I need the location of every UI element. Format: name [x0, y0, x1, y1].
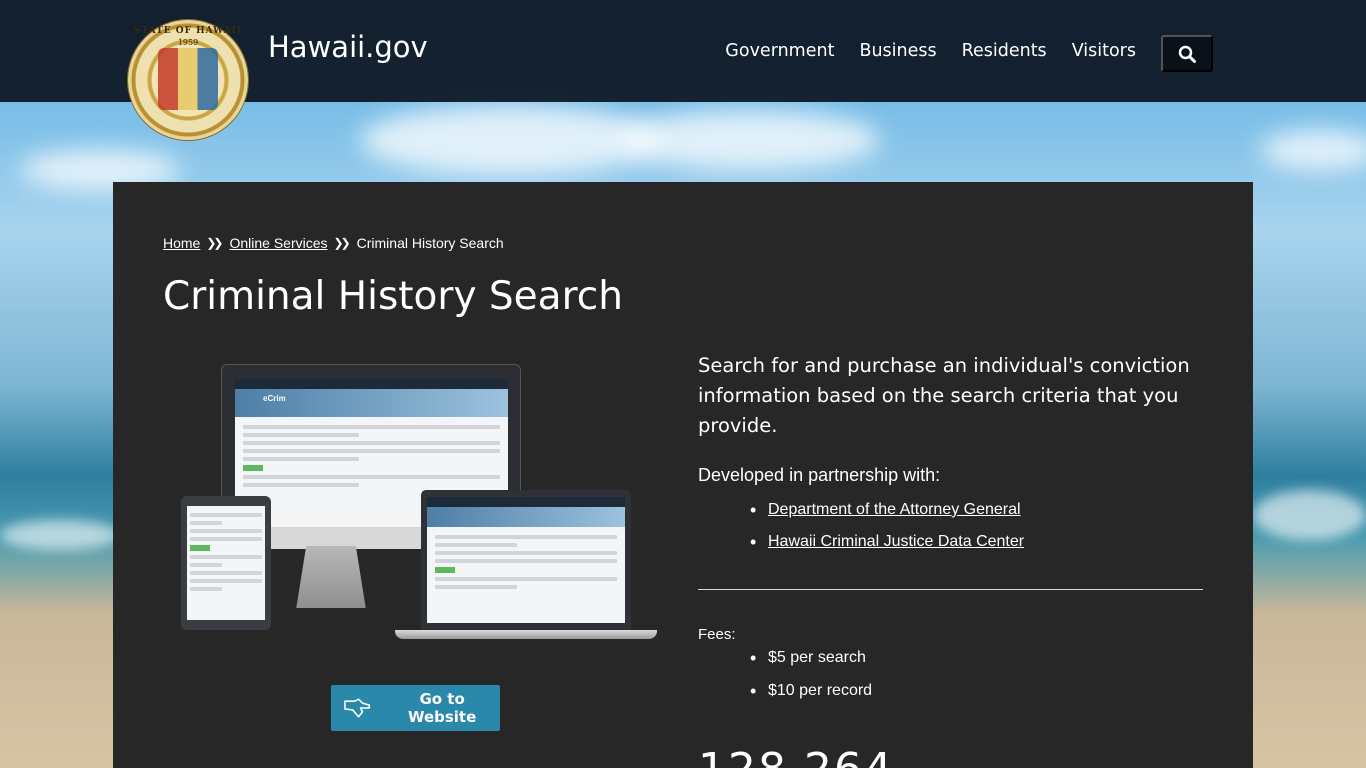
go-to-website-button[interactable]: Go to Website [331, 685, 500, 731]
laptop-mockup [421, 490, 631, 630]
tablet-mockup [181, 496, 271, 630]
cloud [1260, 130, 1366, 170]
partner-list: Department of the Attorney General Hawai… [750, 500, 1024, 565]
page-title: Criminal History Search [163, 274, 623, 319]
nav-government[interactable]: Government [725, 41, 834, 61]
wave [1253, 490, 1366, 540]
list-item: Hawaii Criminal Justice Data Center [750, 532, 1024, 553]
nav-visitors[interactable]: Visitors [1072, 41, 1136, 61]
cloud [360, 105, 660, 175]
cloud [620, 110, 880, 170]
seal-year: 1959 [177, 38, 199, 47]
search-button[interactable] [1161, 35, 1213, 72]
state-seal-logo[interactable]: STATE OF HAWAII 1959 [128, 20, 248, 140]
wave [0, 520, 120, 550]
monitor-stand [296, 546, 366, 608]
partner-link-attorney-general[interactable]: Department of the Attorney General [768, 501, 1021, 518]
transaction-count: 128,264 [698, 744, 894, 768]
breadcrumb-home[interactable]: Home [163, 235, 200, 251]
laptop-base [395, 630, 657, 639]
fees-list: $5 per search $10 per record [750, 648, 872, 715]
partner-link-hcjdc[interactable]: Hawaii Criminal Justice Data Center [768, 533, 1024, 550]
top-navigation-bar: STATE OF HAWAII 1959 Hawaii.gov Governme… [0, 0, 1366, 140]
nav-residents[interactable]: Residents [962, 41, 1047, 61]
seal-emblem [158, 48, 218, 110]
hand-pointer-icon [344, 698, 371, 718]
main-nav: Government Business Residents Visitors [725, 41, 1136, 61]
list-item: Department of the Attorney General [750, 500, 1024, 521]
breadcrumb: Home ❯❯ Online Services ❯❯ Criminal Hist… [163, 235, 504, 251]
mockup-screen-title: eCrim [263, 394, 286, 403]
breadcrumb-current: Criminal History Search [356, 235, 504, 251]
fee-item: $5 per search [750, 648, 872, 669]
service-description: Search for and purchase an individual's … [698, 354, 1190, 437]
fee-item: $10 per record [750, 681, 872, 702]
seal-text: STATE OF HAWAII [133, 26, 243, 36]
site-brand[interactable]: Hawaii.gov [268, 30, 428, 64]
chevron-right-icon: ❯❯ [333, 236, 351, 250]
fees-label: Fees: [698, 626, 736, 643]
search-icon [1178, 45, 1196, 63]
partner-label: Developed in partnership with: [698, 465, 941, 485]
breadcrumb-online-services[interactable]: Online Services [229, 235, 327, 251]
device-mockup-image: eCrim [181, 362, 661, 647]
nav-business[interactable]: Business [859, 41, 936, 61]
chevron-right-icon: ❯❯ [206, 236, 223, 250]
go-to-website-label: Go to Website [407, 690, 477, 726]
content-panel: Home ❯❯ Online Services ❯❯ Criminal Hist… [113, 182, 1253, 768]
divider [698, 589, 1203, 590]
